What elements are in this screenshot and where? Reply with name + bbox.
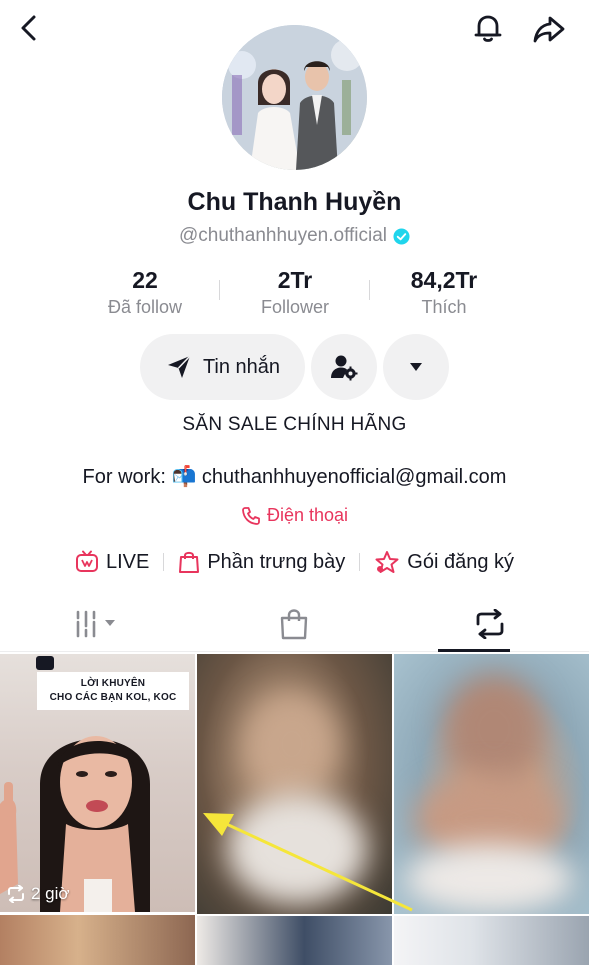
avatar-photo <box>222 25 367 170</box>
blurred-content <box>444 674 544 784</box>
caret-down-icon <box>410 363 422 371</box>
more-dropdown-button[interactable] <box>383 334 449 400</box>
stat-likes-label: Thích <box>421 297 467 317</box>
profile-bio: SĂN SALE CHÍNH HÃNG <box>182 414 407 435</box>
subscription-star-icon <box>375 551 399 573</box>
video-thumbnail[interactable] <box>0 915 195 965</box>
stat-following[interactable]: 22 Đã follow <box>70 266 220 320</box>
blurred-content <box>247 694 337 794</box>
shopping-bag-icon <box>179 551 200 573</box>
phone-icon <box>242 506 260 525</box>
stat-following-value: 22 <box>132 267 158 293</box>
showcase-link-label: Phần trưng bày <box>207 550 346 573</box>
video-thumbnail[interactable] <box>197 654 392 914</box>
profile-handle: @chuthanhhuyen.official <box>178 225 388 246</box>
subscription-link[interactable]: Gói đăng ký <box>374 550 514 574</box>
video-thumbnail[interactable]: LỜI KHUYÊN CHO CÁC BẠN KOL, KOC 2 giờ <box>0 654 195 912</box>
repost-time-label: 2 giờ <box>31 884 70 903</box>
video-person-image <box>0 736 150 912</box>
share-icon <box>533 16 565 43</box>
blurred-content <box>404 844 574 914</box>
profile-links: LIVE Phần trưng bày Gói đăng ký <box>0 546 589 578</box>
verified-badge-icon <box>393 227 410 245</box>
video-thumbnail[interactable] <box>394 654 589 914</box>
manage-account-button[interactable] <box>311 334 377 400</box>
bell-icon <box>474 15 502 42</box>
blurred-content <box>227 794 367 904</box>
action-buttons: Tin nhắn <box>0 334 589 400</box>
live-icon <box>75 550 98 572</box>
phone-link-label: Điện thoại <box>266 505 349 525</box>
tab-shop[interactable] <box>196 596 392 652</box>
phone-link[interactable]: Điện thoại <box>0 505 589 526</box>
stat-likes-value: 84,2Tr <box>410 267 478 293</box>
notifications-button[interactable] <box>470 10 506 46</box>
stat-followers-label: Follower <box>260 297 330 317</box>
repost-time: 2 giờ <box>6 884 70 904</box>
message-button[interactable]: Tin nhắn <box>140 334 305 400</box>
live-link-label: LIVE <box>105 550 150 573</box>
videos-grid-icon <box>76 610 115 638</box>
subscription-link-label: Gói đăng ký <box>407 550 514 573</box>
showcase-link[interactable]: Phần trưng bày <box>178 550 345 574</box>
profile-stats: 22 Đã follow 2Tr Follower 84,2Tr Thích <box>70 266 519 322</box>
profile-name: Chu Thanh Huyền <box>187 188 402 216</box>
video-thumbnail[interactable] <box>197 916 392 965</box>
profile-avatar[interactable] <box>222 25 367 170</box>
content-tabs <box>0 596 589 652</box>
video-thumbnail[interactable] <box>394 916 589 965</box>
video-grid: LỜI KHUYÊN CHO CÁC BẠN KOL, KOC 2 giờ <box>0 654 589 965</box>
stat-following-label: Đã follow <box>107 297 183 317</box>
share-button[interactable] <box>530 10 568 48</box>
send-icon <box>167 355 191 378</box>
link-separator <box>163 553 165 571</box>
tab-videos[interactable] <box>0 596 196 652</box>
stat-followers[interactable]: 2Tr Follower <box>220 266 370 320</box>
shop-bag-icon <box>280 609 308 640</box>
stat-followers-value: 2Tr <box>277 267 313 293</box>
handle-row: @chuthanhhuyen.official <box>0 225 589 247</box>
live-link[interactable]: LIVE <box>75 550 149 574</box>
user-settings-icon <box>331 355 358 381</box>
repost-icon <box>476 609 504 639</box>
active-tab-indicator <box>438 649 510 652</box>
link-separator <box>359 553 361 571</box>
message-button-label: Tin nhắn <box>202 355 281 378</box>
chevron-left-icon <box>21 15 36 41</box>
tab-reposts[interactable] <box>392 596 588 652</box>
stat-likes[interactable]: 84,2Tr Thích <box>369 266 519 320</box>
repost-small-icon <box>8 885 24 903</box>
back-button[interactable] <box>14 12 46 44</box>
work-contact: For work: 📬 chuthanhhuyenofficial@gmail.… <box>82 466 507 488</box>
